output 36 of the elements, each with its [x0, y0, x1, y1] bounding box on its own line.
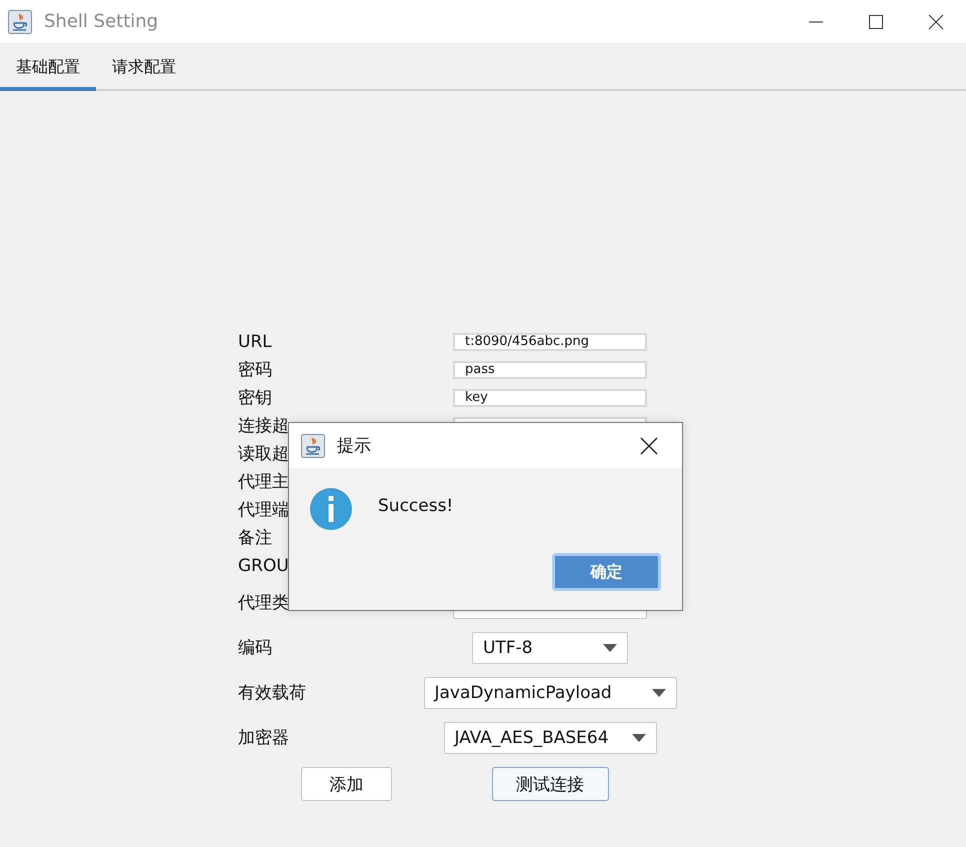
field-label: 代理主 — [238, 471, 289, 494]
action-button[interactable]: 测试连接 — [492, 767, 608, 801]
field-label: GROU — [238, 555, 289, 578]
dropdown[interactable]: JAVA_AES_BASE64 — [444, 722, 656, 754]
field-label: 有效载荷 — [238, 682, 306, 704]
window-title: Shell Setting — [44, 11, 158, 32]
dialog-message: Success! — [378, 496, 454, 516]
close-icon[interactable] — [640, 436, 658, 454]
field-label: 代理端 — [238, 499, 289, 522]
ok-button[interactable]: 确定 — [552, 553, 661, 591]
dialog-app-icon — [301, 434, 325, 458]
tab[interactable]: 请求配置 — [96, 43, 192, 91]
field-label: 密钥 — [238, 387, 272, 410]
field-label: 编码 — [238, 636, 272, 660]
field-label: URL — [238, 331, 272, 354]
close-icon[interactable] — [928, 14, 944, 30]
maximize-icon[interactable] — [868, 14, 884, 30]
dropdown-arrow-icon — [603, 644, 617, 652]
input-field[interactable]: pass — [453, 361, 647, 379]
field-label: 连接超 — [238, 415, 289, 438]
dialog-title: 提示 — [337, 435, 371, 457]
app-icon — [8, 10, 32, 34]
dropdown[interactable]: UTF-8 — [472, 632, 628, 664]
field-label: 密码 — [238, 359, 272, 382]
field-label: 代理类 — [238, 592, 289, 614]
field-label: 读取超 — [238, 443, 289, 466]
tab[interactable]: 基础配置 — [0, 43, 96, 91]
field-label: 备注 — [238, 527, 272, 550]
dropdown[interactable]: JavaDynamicPayload — [424, 676, 676, 708]
input-field[interactable]: t:8090/456abc.png — [453, 333, 647, 351]
action-button[interactable]: 添加 — [301, 767, 392, 801]
input-field[interactable]: key — [453, 389, 647, 407]
dropdown-arrow-icon — [632, 734, 646, 742]
info-icon — [310, 488, 352, 530]
field-label: 加密器 — [238, 726, 289, 750]
dropdown-arrow-icon — [652, 688, 666, 696]
